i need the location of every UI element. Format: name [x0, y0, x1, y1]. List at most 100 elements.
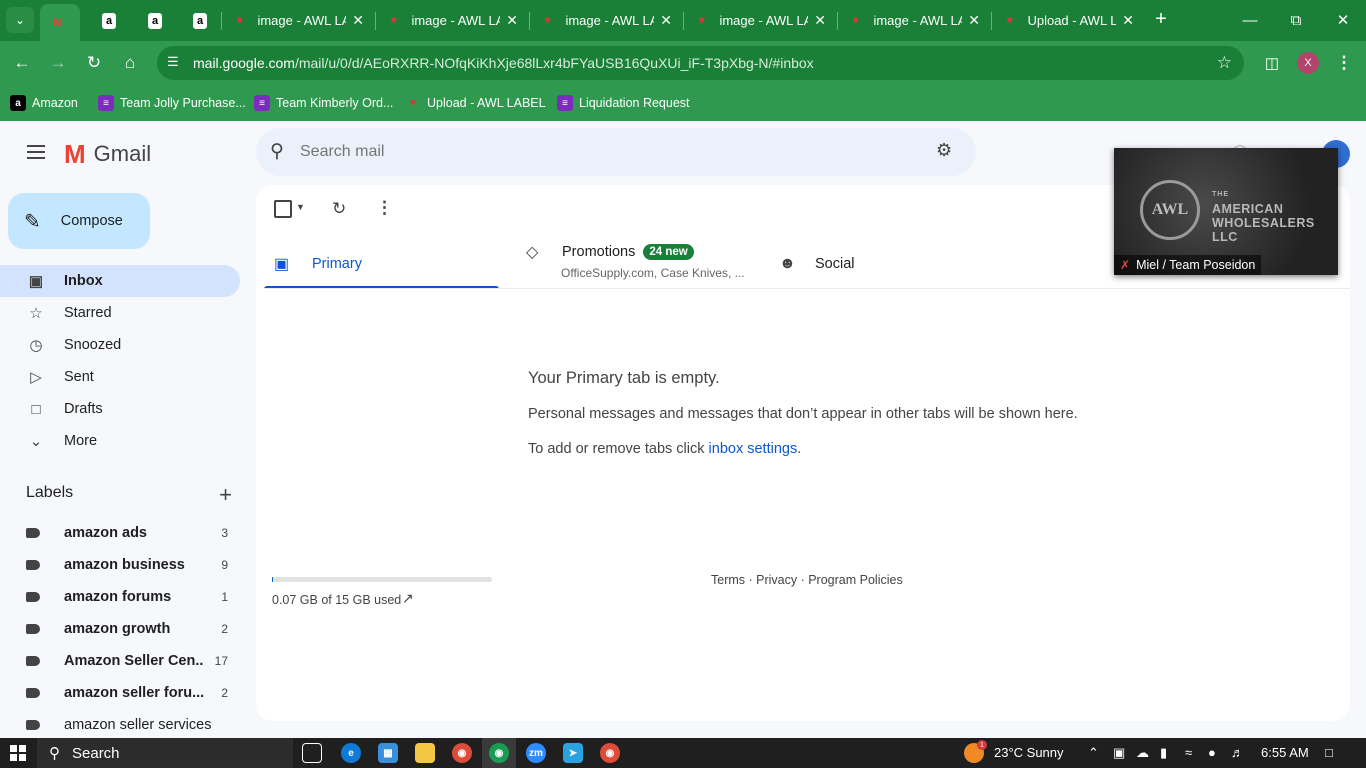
tab-awl-image-5[interactable]: ▼ image - AWL LA ✕: [838, 4, 990, 37]
nav-starred[interactable]: ☆ Starred: [0, 297, 240, 329]
chevron-up-icon[interactable]: ⌃: [1088, 745, 1099, 761]
pip-brand: THE AMERICAN WHOLESALERS LLC: [1212, 188, 1315, 244]
tab-awl-image-1[interactable]: ▼ image - AWL LA ✕: [222, 4, 374, 37]
label-item[interactable]: amazon ads 3: [26, 521, 236, 545]
label-name: amazon seller services: [64, 717, 212, 733]
profile-avatar[interactable]: X: [1297, 52, 1319, 74]
refresh-icon[interactable]: ↻: [332, 199, 346, 219]
taskbar-search[interactable]: ⚲ Search: [37, 738, 293, 768]
reload-button[interactable]: ↻: [80, 49, 108, 77]
edge-icon[interactable]: e: [341, 743, 361, 763]
nav-drafts[interactable]: □ Drafts: [0, 393, 240, 425]
address-bar[interactable]: ☰ mail.google.com/mail/u/0/d/AEoRXRR-NOf…: [157, 46, 1244, 80]
close-icon[interactable]: ✕: [660, 12, 672, 29]
minimize-button[interactable]: —: [1227, 6, 1273, 34]
tab-amazon-2[interactable]: a: [138, 4, 172, 37]
label-name: Amazon Seller Cen...: [64, 653, 204, 669]
close-icon[interactable]: ✕: [814, 12, 826, 29]
bookmark-team-jolly[interactable]: ≡ Team Jolly Purchase...: [98, 92, 246, 114]
onedrive-icon[interactable]: ☁: [1136, 745, 1149, 761]
chrome-icon[interactable]: ◉: [600, 743, 620, 763]
forward-button[interactable]: →: [44, 49, 72, 77]
browser-menu-icon[interactable]: ⋮: [1330, 49, 1358, 77]
gmail-logo[interactable]: M Gmail: [64, 139, 151, 169]
close-icon[interactable]: ✕: [506, 12, 518, 29]
compose-button[interactable]: ✎ Compose: [8, 193, 150, 249]
chrome-icon[interactable]: ◉: [452, 743, 472, 763]
battery-icon[interactable]: ▮: [1160, 745, 1167, 761]
draft-icon: □: [31, 400, 41, 418]
side-panel-icon[interactable]: ◫: [1258, 49, 1286, 77]
close-icon[interactable]: ✕: [352, 12, 364, 29]
zoom-icon[interactable]: zm: [526, 743, 546, 763]
label-item[interactable]: amazon seller foru... 2: [26, 681, 236, 705]
search-icon[interactable]: ⚲: [270, 140, 294, 164]
volume-icon[interactable]: ♬: [1231, 745, 1244, 760]
nav-label: More: [64, 433, 98, 449]
tab-amazon-1[interactable]: a: [92, 4, 126, 37]
windows-start-icon[interactable]: [10, 745, 26, 761]
inbox-settings-link[interactable]: inbox settings: [709, 441, 798, 457]
bookmark-upload-awl[interactable]: ▼ Upload - AWL LABEL: [405, 92, 546, 114]
microphone-icon[interactable]: ●: [1208, 745, 1216, 760]
telegram-icon[interactable]: ➤: [563, 743, 583, 763]
nav-label: Sent: [64, 369, 94, 385]
label-item[interactable]: amazon forums 1: [26, 585, 236, 609]
bookmark-amazon[interactable]: a Amazon: [10, 92, 78, 114]
file-explorer-icon[interactable]: [415, 743, 435, 763]
close-icon[interactable]: ✕: [968, 12, 980, 29]
more-options-icon[interactable]: ⋮: [376, 198, 393, 218]
bookmark-team-kimberly[interactable]: ≡ Team Kimberly Ord...: [254, 92, 393, 114]
new-tab-button[interactable]: +: [1150, 8, 1172, 30]
label-item[interactable]: amazon growth 2: [26, 617, 236, 641]
nav-sent[interactable]: ▷ Sent: [0, 361, 240, 393]
tab-primary[interactable]: ▣ Primary: [274, 238, 362, 290]
search-input[interactable]: [300, 141, 900, 163]
footer-links[interactable]: Terms · Privacy · Program Policies: [711, 573, 903, 587]
awl-icon: ▼: [234, 14, 246, 27]
tab-awl-image-3[interactable]: ▼ image - AWL LA ✕: [530, 4, 682, 37]
select-dropdown-icon[interactable]: ▼: [296, 202, 305, 212]
home-button[interactable]: ⌂: [116, 49, 144, 77]
label-item[interactable]: amazon business 9: [26, 553, 236, 577]
notifications-icon[interactable]: □: [1325, 745, 1333, 760]
back-button[interactable]: ←: [8, 49, 36, 77]
site-info-icon[interactable]: ☰: [167, 54, 185, 72]
tab-social[interactable]: ☻ Social: [779, 238, 855, 290]
tab-title: image - AWL LA: [565, 13, 655, 28]
chrome-icon[interactable]: ◉: [489, 743, 509, 763]
tab-search-button[interactable]: ⌄: [6, 7, 34, 33]
store-icon[interactable]: ▦: [378, 743, 398, 763]
bookmark-liquidation[interactable]: ≡ Liquidation Request: [557, 92, 690, 114]
bookmark-star-icon[interactable]: ☆: [1217, 53, 1232, 73]
hint-prefix: To add or remove tabs click: [528, 441, 709, 457]
video-pip-window[interactable]: AWL THE AMERICAN WHOLESALERS LLC ✗ Miel …: [1114, 148, 1338, 275]
close-icon[interactable]: ✕: [1122, 12, 1134, 29]
awl-icon: ▼: [408, 97, 418, 109]
clock-text[interactable]: 6:55 AM: [1261, 745, 1309, 760]
meet-icon[interactable]: ▣: [1113, 745, 1125, 761]
tab-awl-image-2[interactable]: ▼ image - AWL LA ✕: [376, 4, 528, 37]
nav-snoozed[interactable]: ◷ Snoozed: [0, 329, 240, 361]
amazon-icon: a: [148, 12, 162, 29]
select-all-checkbox[interactable]: [274, 200, 292, 218]
label-item[interactable]: amazon seller services: [26, 713, 236, 737]
search-options-icon[interactable]: ⚙: [936, 140, 960, 164]
tab-gmail[interactable]: M: [40, 4, 80, 41]
external-link-icon[interactable]: ↗: [402, 590, 414, 607]
task-view-icon[interactable]: [302, 743, 322, 763]
tab-amazon-3[interactable]: a: [183, 4, 217, 37]
main-menu-icon[interactable]: [24, 141, 48, 165]
nav-inbox[interactable]: ▣ Inbox: [0, 265, 240, 297]
close-window-button[interactable]: ✕: [1320, 6, 1366, 34]
weather-text[interactable]: 23°C Sunny: [994, 745, 1064, 760]
tab-strip: ⌄ M a a a ▼ image - AWL LA ✕ ▼ image - A…: [0, 0, 1366, 41]
restore-button[interactable]: ⧉: [1273, 6, 1319, 34]
add-label-icon[interactable]: +: [219, 482, 232, 508]
label-item[interactable]: Amazon Seller Cen... 17: [26, 649, 236, 673]
awl-icon: ▼: [542, 14, 554, 27]
tab-awl-image-4[interactable]: ▼ image - AWL LA ✕: [684, 4, 836, 37]
wifi-icon[interactable]: ≈: [1185, 745, 1192, 760]
nav-more[interactable]: ⌄ More: [0, 425, 240, 457]
tab-awl-upload[interactable]: ▼ Upload - AWL L ✕: [992, 4, 1144, 37]
